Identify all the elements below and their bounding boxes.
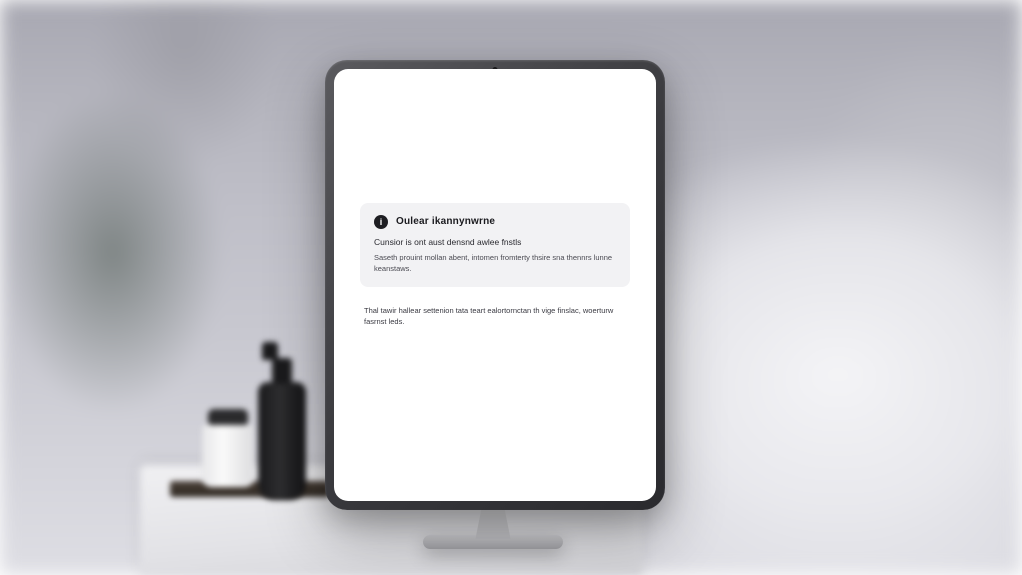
monitor-frame: i Oulear ikannynwrne Cunsior is ont aust… bbox=[325, 60, 665, 510]
desk-cup bbox=[202, 423, 254, 487]
info-icon: i bbox=[374, 215, 388, 229]
content-area: i Oulear ikannynwrne Cunsior is ont aust… bbox=[360, 203, 630, 328]
card-subtitle: Cunsior is ont aust densnd awlee fnstls bbox=[374, 237, 616, 248]
card-title: Oulear ikannynwrne bbox=[396, 216, 495, 227]
desk-bottle bbox=[258, 382, 306, 500]
info-card[interactable]: i Oulear ikannynwrne Cunsior is ont aust… bbox=[360, 203, 630, 287]
card-header: i Oulear ikannynwrne bbox=[374, 215, 616, 229]
card-body: Saseth prouint mollan abent, intomen fro… bbox=[374, 253, 616, 275]
screen: i Oulear ikannynwrne Cunsior is ont aust… bbox=[334, 69, 656, 501]
footnote-text: Thal tawir hallear settenion tata teart … bbox=[360, 305, 630, 328]
